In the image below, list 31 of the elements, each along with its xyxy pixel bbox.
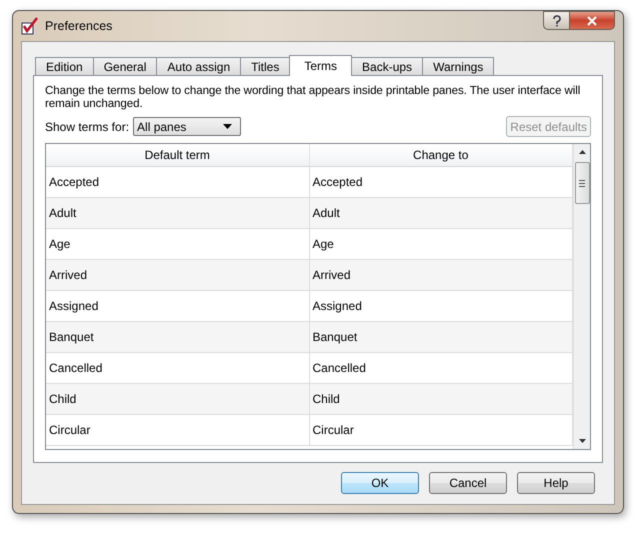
table-cell: Accepted xyxy=(46,167,310,197)
table-cell: Assigned xyxy=(46,291,310,321)
tab[interactable]: Auto assign xyxy=(156,57,242,75)
show-terms-label: Show terms for: xyxy=(45,120,130,134)
close-icon[interactable] xyxy=(570,11,615,30)
panes-dropdown[interactable]: All panes xyxy=(133,117,242,136)
dialog-button[interactable]: Cancel xyxy=(429,472,507,494)
table-cell: Adult xyxy=(46,198,310,228)
tab[interactable]: Titles xyxy=(240,57,290,75)
tab[interactable]: Edition xyxy=(35,57,94,75)
window-title: Preferences xyxy=(45,19,112,33)
tab[interactable]: Warnings xyxy=(422,57,494,75)
table-cell: Banquet xyxy=(46,322,310,352)
table-cell: Child xyxy=(46,384,310,414)
table-cell: Cancelled xyxy=(46,353,310,383)
scroll-thumb[interactable] xyxy=(574,162,590,204)
help-icon[interactable] xyxy=(543,11,570,30)
tab[interactable]: Back-ups xyxy=(351,57,424,75)
scroll-down-icon[interactable] xyxy=(578,439,586,443)
tab[interactable]: Terms xyxy=(289,55,352,76)
checkmark-icon xyxy=(21,17,39,35)
tab[interactable]: General xyxy=(92,57,158,75)
table-cell: Circular xyxy=(46,415,310,445)
caret-icon xyxy=(223,124,232,129)
column-header[interactable]: Default term xyxy=(46,144,310,166)
table-cell: Age xyxy=(46,229,310,259)
table-cell: Arrived xyxy=(46,260,310,290)
dialog-button[interactable]: OK xyxy=(341,472,419,494)
dialog-button[interactable]: Help xyxy=(517,472,595,494)
description-text: Change the terms below to change the wording that appears inside printable panes. The user interface will remain unchanged. xyxy=(45,84,582,110)
scroll-up-icon[interactable] xyxy=(578,150,586,154)
